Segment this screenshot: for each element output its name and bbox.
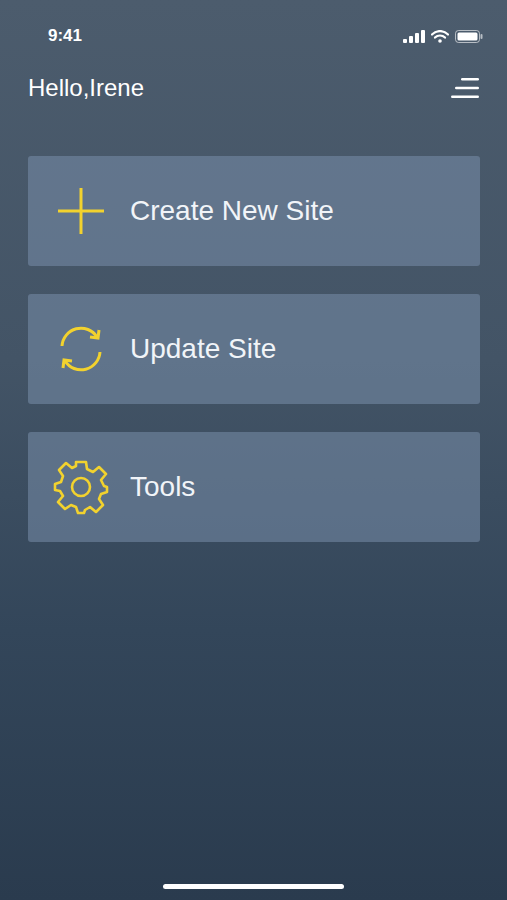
status-bar: 9:41 xyxy=(0,0,507,48)
status-icons xyxy=(403,30,483,43)
menu-list: Create New Site Update Site Tools xyxy=(0,104,507,542)
menu-card[interactable]: Create New Site xyxy=(28,156,480,266)
refresh-icon xyxy=(54,322,108,376)
wifi-icon xyxy=(431,30,449,43)
header: Hello,Irene xyxy=(0,48,507,104)
menu-card[interactable]: Update Site xyxy=(28,294,480,404)
home-indicator[interactable] xyxy=(163,884,344,889)
icon-box xyxy=(52,458,110,516)
menu-card-label: Update Site xyxy=(130,333,276,365)
menu-card[interactable]: Tools xyxy=(28,432,480,542)
battery-icon xyxy=(455,30,483,43)
signal-icon xyxy=(403,30,425,43)
status-time: 9:41 xyxy=(48,26,82,46)
gear-icon xyxy=(52,458,110,516)
icon-box xyxy=(52,320,110,378)
home-screen: 9:41 Hello,Irene Create New Site Update … xyxy=(0,0,507,900)
plus-icon xyxy=(54,184,108,238)
greeting: Hello,Irene xyxy=(28,74,144,102)
menu-card-label: Tools xyxy=(130,471,195,503)
menu-icon[interactable] xyxy=(449,76,481,100)
icon-box xyxy=(52,182,110,240)
menu-card-label: Create New Site xyxy=(130,195,334,227)
